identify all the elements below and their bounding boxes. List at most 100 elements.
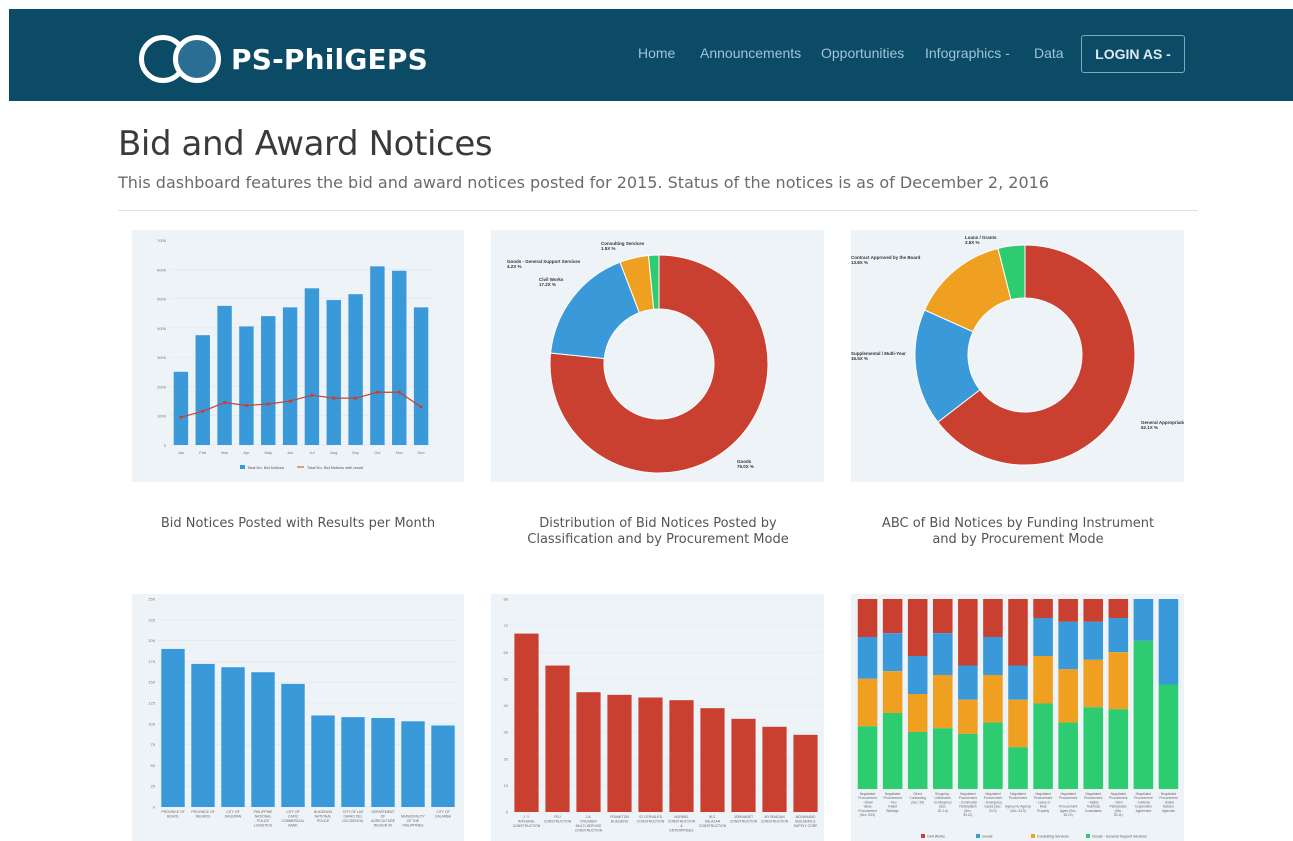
x-tick-label: SUPPLY CORP (794, 824, 819, 828)
x-tick-label: Property (1037, 809, 1049, 813)
x-tick-label: CONSTRUCTION (761, 820, 789, 824)
bar (281, 683, 305, 807)
y-tick-label: 175 (148, 659, 155, 664)
stacked-segment (882, 599, 903, 634)
x-tick-label: BUKIDNON (314, 810, 332, 814)
chart-agencies-panel[interactable]: 0 25 50 75 100 125 150 175 200 225 250 PROVINCE OF B… (132, 594, 464, 841)
login-as-button[interactable]: LOGIN AS - (1081, 35, 1185, 73)
caption-funding: ABC of Bid Notices by Funding Instrument… (881, 516, 1155, 547)
stacked-segment (983, 637, 1003, 675)
nav-opportunities[interactable]: Opportunities (821, 45, 904, 61)
line-point (179, 415, 183, 419)
legend-swatch (1086, 834, 1090, 838)
x-tick-label: LOGISTICS (254, 824, 273, 828)
slice-value: 62.1X % (1141, 425, 1158, 430)
bar (195, 335, 210, 445)
nav-infographics-dropdown[interactable]: Infographics - (925, 45, 1010, 61)
chart-modes-panel[interactable]: Negotiated Procurement - Small Value Procure… (851, 594, 1184, 841)
y-tick-label: 70 (504, 623, 509, 628)
x-tick-label: PROVINCE OF (161, 810, 184, 814)
stacked-segment (857, 726, 878, 789)
y-tick-label: 25 (151, 784, 156, 789)
nav-announcements[interactable]: Announcements (700, 45, 801, 61)
y-tick-label: 10 (504, 783, 509, 788)
stacked-segment (1133, 599, 1154, 641)
bar (392, 270, 407, 445)
x-tick-label: Feb (199, 450, 207, 455)
stacked-segment (1158, 684, 1179, 789)
chart-monthly-panel[interactable]: 0 1000 2000 3000 4000 5000 6000 7000 Jan Feb Mar Ap… (132, 230, 464, 482)
slice-value: 4.2X % (507, 264, 522, 269)
y-tick-label: 1000 (157, 414, 167, 419)
bar (282, 307, 298, 445)
x-tick-label: FRANKTON (610, 815, 629, 819)
bar (669, 700, 694, 812)
bar (161, 648, 185, 807)
x-tick-label: NATIONAL (255, 815, 272, 819)
line-point (375, 390, 380, 394)
x-tick-label: INTEGRAL (518, 820, 535, 824)
y-tick-label: 7000 (157, 238, 167, 243)
chart-contractors-panel[interactable]: 0 10 20 30 40 50 60 70 80 J. Y. INTEGRAL CONSTRUCTI… (491, 594, 824, 841)
x-tick-label: CONSTRUCTION (699, 824, 727, 828)
x-tick-label: BOHOL (167, 815, 179, 819)
bar (431, 725, 455, 807)
x-tick-label: W.C. (709, 815, 716, 819)
agencies-bar-chart: 0255075100125150175200225250PROVINCE OFB… (148, 597, 458, 828)
x-tick-label: CITY OF (286, 810, 299, 814)
slice-value: 16.5X % (851, 356, 868, 361)
x-tick-label: NEGROS (196, 815, 211, 819)
x-tick-label: PHILIPPINES (403, 824, 425, 828)
nav-data[interactable]: Data (1034, 45, 1064, 61)
x-tick-label: 53.12) (963, 813, 972, 817)
caption-classification: Distribution of Bid Notices Posted by Cl… (527, 516, 789, 547)
stacked-segment (857, 599, 878, 637)
nav-home[interactable]: Home (638, 45, 675, 61)
y-tick-label: 100 (148, 721, 155, 726)
x-tick-label: CITY OF (436, 810, 449, 814)
bar (311, 715, 335, 807)
line-point (332, 396, 336, 400)
stacked-segment (1133, 640, 1154, 789)
stacked-segment (907, 732, 928, 789)
x-tick-label: MULTI-SERVICE (576, 824, 603, 828)
x-tick-label: PDJ (554, 815, 561, 819)
slice-value: 3.8X % (965, 240, 980, 245)
stacked-segment (882, 713, 903, 789)
x-tick-label: CONSTRUCTION (637, 820, 665, 824)
bar (514, 633, 539, 812)
x-tick-label: J.A. (586, 815, 592, 819)
line-point (397, 390, 401, 394)
x-tick-label: COMMERCIAL (282, 819, 305, 823)
stacked-segment (958, 733, 978, 789)
stacked-segment (1083, 621, 1104, 660)
y-tick-label: 4000 (157, 326, 167, 331)
contractors-bar-chart: 01020304050607080J. Y.INTEGRALCONSTRUCTI… (504, 597, 821, 833)
chart-classification-panel[interactable]: Goods 75.0X % Civil Works 17.2X % Goods - Ge… (491, 230, 824, 482)
page-title: Bid and Award Notices (118, 124, 493, 164)
y-tick-label: 150 (148, 680, 155, 685)
x-tick-label: CITY OF LAS (343, 810, 364, 814)
stacked-segment (857, 637, 878, 679)
chart-funding-panel[interactable]: General Appropriation 62.1X % Supplemental… (851, 230, 1184, 482)
y-tick-label: 0 (506, 810, 509, 815)
x-tick-label: ENTERPRISES (670, 829, 695, 833)
stacked-segment (1108, 618, 1129, 653)
bar (576, 692, 601, 812)
procurement-mode-stacked-chart: NegotiatedProcurement- SmallValueProcure… (857, 599, 1179, 839)
stacked-segment (932, 633, 953, 675)
line-point (201, 409, 205, 413)
classification-donut-chart: Goods75.0X %Civil Works17.2X %Goods - Ge… (507, 241, 769, 474)
bar (239, 326, 254, 445)
x-tick-label: CRUSHER (580, 820, 597, 824)
x-tick-label: CONSTRUCTION (730, 820, 758, 824)
y-tick-label: 250 (148, 597, 155, 602)
bar (762, 726, 787, 812)
bar (221, 667, 245, 807)
stacked-segment (1083, 599, 1104, 622)
x-tick-label: Agencies (1162, 809, 1176, 813)
x-tick-label: BUILDERS & (795, 820, 816, 824)
stacked-segment (1058, 722, 1078, 789)
bar (607, 694, 632, 812)
x-tick-label: DAVAO DEL (344, 815, 363, 819)
